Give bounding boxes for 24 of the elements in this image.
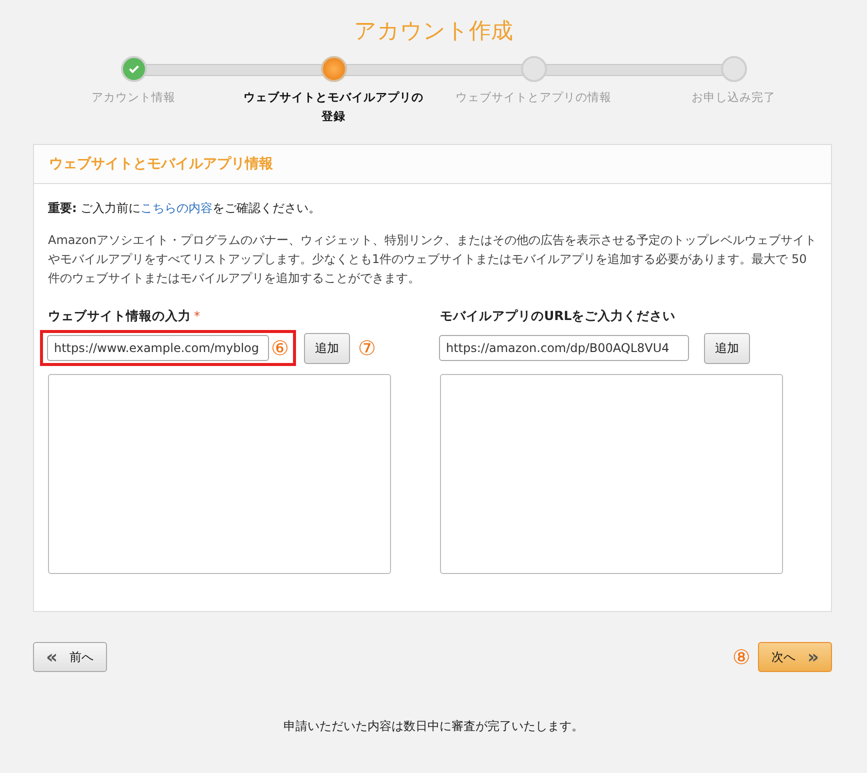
step-label: ウェブサイトとアプリの情報 [456, 89, 612, 106]
add-button[interactable]: 追加 [704, 332, 750, 364]
step-label: お申し込み完了 [692, 89, 776, 106]
step-number: ⑧ [732, 647, 750, 667]
step-label: アカウント情報 [92, 89, 176, 106]
footer-note: 申請いただいた内容は数日中に審査が完了いたします。 [282, 718, 584, 735]
notice-text: 重要: ご入力前に こちらの内容をご確認ください。 [48, 200, 322, 217]
field-label: モバイルアプリのURLをご入力ください [440, 308, 676, 325]
url-input-field[interactable]: https://amazon.com/dp/B00AQL8VU4 [439, 335, 689, 361]
add-button[interactable]: 追加 [304, 332, 350, 364]
info-link[interactable]: こちらの内容 [140, 201, 213, 215]
step-number: ⑥ [271, 338, 289, 358]
description-text: Amazonアソシエイト・プログラムのバナー、ウィジェット、特別リンク、またはその他の広告を表示させる予定のトップレベルウェブサイトやモバイルアプリをすべてリストアップします。少なくとも1件のウェブサイトまたはモバイルアプリを追加する必要があります。最大で 50 件のウェブサイトまたはモバイルアプリを追加することができます。 [48, 232, 817, 287]
prev-button[interactable]: « 前へ [33, 642, 107, 672]
required-mark: * [194, 309, 200, 323]
url-list-field[interactable] [440, 374, 783, 574]
card-heading: ウェブサイトとモバイルアプリ情報 [49, 155, 274, 173]
url-list-field[interactable] [48, 374, 391, 574]
step-number: ⑦ [358, 338, 376, 358]
step-label: ウェブサイトとモバイルアプリの登録 [242, 89, 424, 125]
page-title: アカウント作成 [353, 18, 514, 46]
next-button[interactable]: 次へ » [758, 642, 832, 672]
url-input-field[interactable]: https://www.example.com/myblog [47, 335, 269, 361]
field-label: ウェブサイト情報の入力 [48, 308, 191, 325]
